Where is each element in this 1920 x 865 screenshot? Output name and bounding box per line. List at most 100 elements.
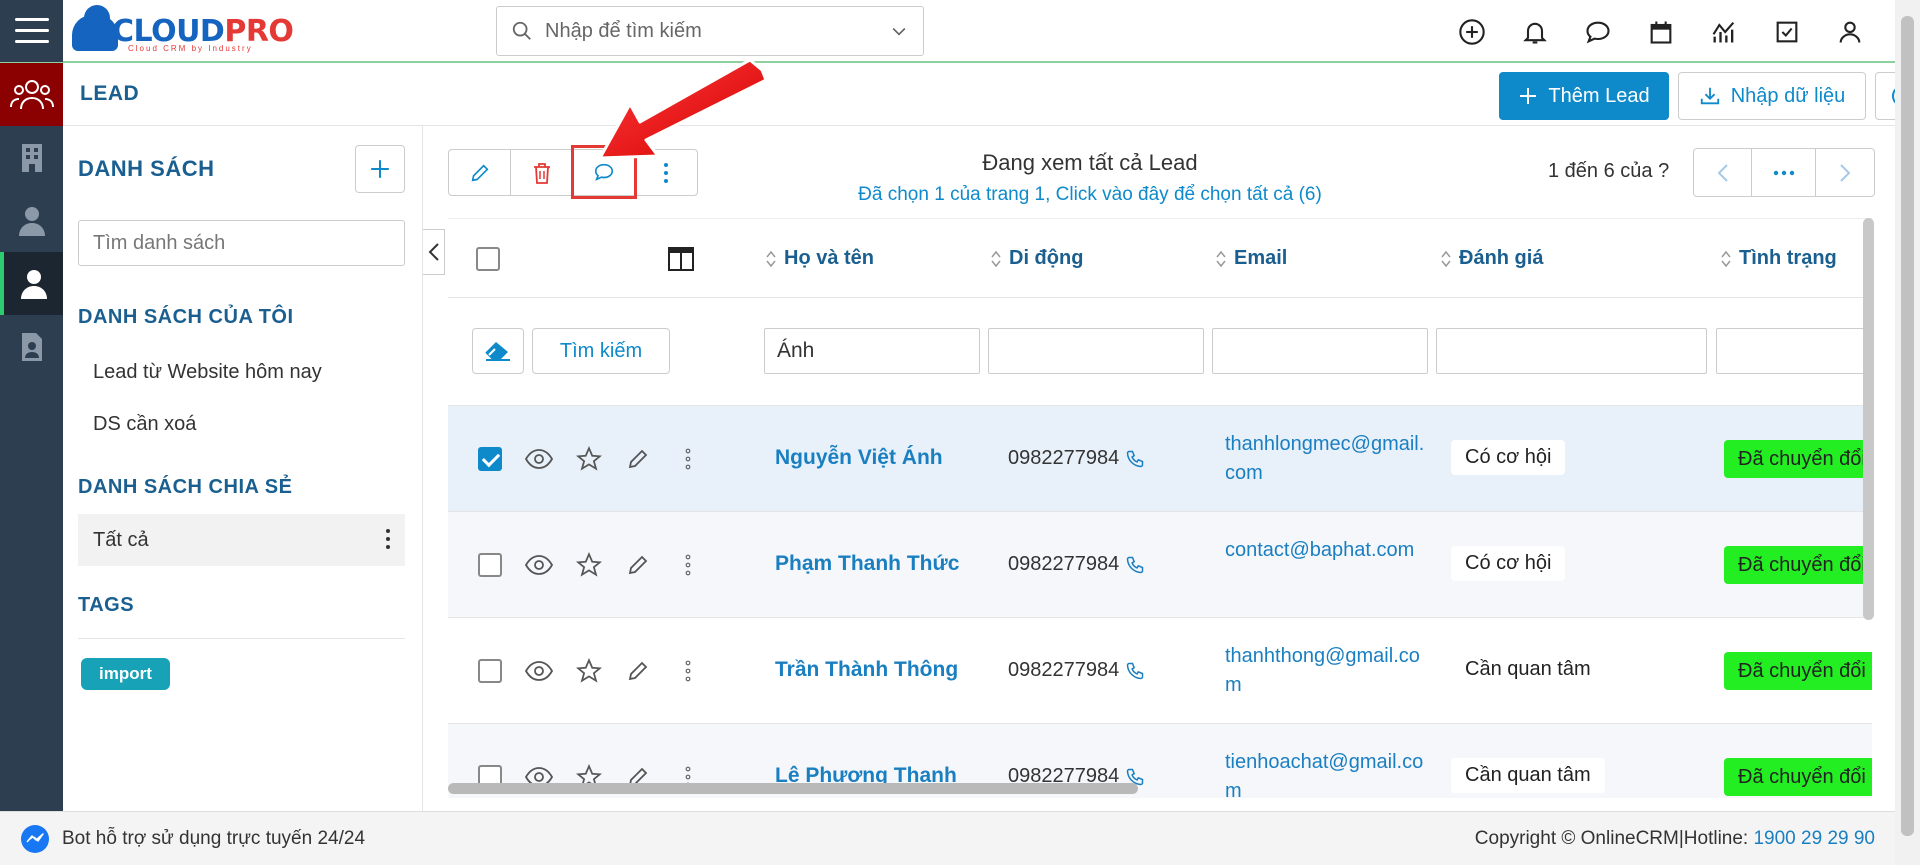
filter-row: Tìm kiếm Ánh [448, 298, 1872, 406]
row-checkbox[interactable] [478, 447, 502, 471]
chat-icon[interactable] [1583, 17, 1613, 47]
eye-icon[interactable] [524, 444, 554, 474]
next-page-button[interactable] [1816, 149, 1874, 196]
more-vertical-icon[interactable] [673, 656, 703, 686]
lead-name-link[interactable]: Trần Thành Thông [775, 658, 958, 682]
lead-email-link[interactable]: contact@baphat.com [1225, 536, 1425, 565]
sort-icon [1216, 250, 1226, 267]
column-header-rating[interactable]: Đánh giá [1441, 247, 1543, 270]
filter-name-input[interactable]: Ánh [764, 328, 980, 374]
lead-email-link[interactable]: tienhoachat@gmail.com [1225, 748, 1425, 798]
eye-icon[interactable] [524, 550, 554, 580]
viewing-module: Lead [1148, 150, 1198, 175]
module-header: LEAD Thêm Lead Nhập dữ liệu [63, 63, 1920, 126]
bell-icon[interactable] [1520, 17, 1550, 47]
hotline-link[interactable]: 1900 29 29 90 [1753, 828, 1875, 849]
global-search-input[interactable]: Nhập để tìm kiếm [496, 6, 924, 56]
more-vertical-icon[interactable] [673, 444, 703, 474]
filter-search-button[interactable]: Tìm kiếm [532, 328, 670, 374]
column-layout-icon[interactable] [668, 247, 694, 271]
clear-filter-button[interactable] [472, 328, 524, 374]
collapse-sidebar-button[interactable] [423, 229, 445, 275]
phone-icon[interactable] [1125, 661, 1145, 681]
table-row[interactable]: Trần Thành Thông 0982277984 thanhthong@g… [448, 618, 1872, 724]
lead-table: Họ và tên Di động Email Đánh giá Tình tr… [448, 218, 1872, 798]
table-header: Họ và tên Di động Email Đánh giá Tình tr… [448, 218, 1872, 298]
rail-lead-icon[interactable] [0, 252, 63, 315]
plus-icon [1520, 88, 1537, 104]
page-jump-button[interactable] [1752, 149, 1816, 196]
add-lead-button[interactable]: Thêm Lead [1499, 72, 1669, 120]
select-all-checkbox[interactable] [476, 247, 500, 271]
chart-icon[interactable] [1709, 17, 1739, 47]
more-vertical-icon[interactable] [673, 550, 703, 580]
sidebar-item-to-delete[interactable]: DS cần xoá [78, 398, 405, 450]
lead-rating: Cần quan tâm [1451, 758, 1605, 793]
viewing-label: Đang xem tất cả Lead [680, 150, 1500, 176]
filter-mobile-input[interactable] [988, 328, 1204, 374]
tag-import[interactable]: import [81, 658, 170, 690]
user-profile-icon[interactable] [1835, 17, 1865, 47]
calendar-icon[interactable] [1646, 17, 1676, 47]
row-checkbox[interactable] [478, 659, 502, 683]
column-header-mobile[interactable]: Di động [991, 247, 1083, 270]
prev-page-button[interactable] [1694, 149, 1752, 196]
list-search-placeholder: Tìm danh sách [93, 231, 226, 254]
task-checkbox-icon[interactable] [1772, 17, 1802, 47]
filter-status-input[interactable] [1716, 328, 1872, 374]
table-row[interactable]: Nguyễn Việt Ánh 0982277984 thanhlongmec@… [448, 406, 1872, 512]
filter-email-input[interactable] [1212, 328, 1428, 374]
column-header-email[interactable]: Email [1216, 247, 1287, 270]
sidebar-item-website-leads-today[interactable]: Lead từ Website hôm nay [78, 346, 405, 398]
rail-document-icon[interactable] [0, 315, 63, 378]
star-icon[interactable] [574, 656, 604, 686]
row-checkbox[interactable] [478, 553, 502, 577]
select-all-link[interactable]: Đã chọn 1 của trang 1, Click vào đây để … [680, 184, 1500, 206]
menu-icon[interactable] [0, 0, 63, 62]
delete-button[interactable] [511, 150, 573, 195]
sidebar-item-all[interactable]: Tất cả [78, 514, 405, 566]
filter-rating-input[interactable] [1436, 328, 1707, 374]
column-header-status[interactable]: Tình trạng [1721, 247, 1837, 270]
add-list-button[interactable] [355, 145, 405, 193]
chevron-down-icon[interactable] [889, 21, 909, 41]
more-vertical-icon[interactable] [385, 528, 391, 550]
phone-icon[interactable] [1125, 555, 1145, 575]
column-header-name[interactable]: Họ và tên [766, 247, 874, 270]
page-scrollbar-thumb[interactable] [1901, 16, 1914, 836]
pencil-icon[interactable] [623, 444, 653, 474]
phone-icon[interactable] [1125, 449, 1145, 469]
edit-button[interactable] [449, 150, 511, 195]
list-search-input[interactable]: Tìm danh sách [78, 220, 405, 266]
eraser-icon [485, 342, 510, 361]
lead-rating: Có cơ hội [1451, 440, 1566, 475]
chevron-left-icon [1717, 163, 1728, 182]
rail-contact-icon[interactable] [0, 189, 63, 252]
pencil-icon[interactable] [623, 550, 653, 580]
lead-email-link[interactable]: thanhthong@gmail.com [1225, 642, 1425, 700]
lead-name-link[interactable]: Phạm Thanh Thức [775, 552, 959, 576]
page-scrollbar[interactable] [1895, 0, 1920, 865]
lead-name-link[interactable]: Nguyễn Việt Ánh [775, 446, 943, 470]
phone-number: 0982277984 [1008, 659, 1120, 681]
rail-users-group-icon[interactable] [0, 63, 63, 126]
logo[interactable]: CLOUDPRO Cloud CRM by Industry [72, 5, 294, 56]
pager-info: 1 đến 6 của ? [1548, 160, 1669, 183]
table-row[interactable]: Phạm Thanh Thức 0982277984 contact@bapha… [448, 512, 1872, 618]
star-icon[interactable] [574, 444, 604, 474]
pencil-icon[interactable] [623, 656, 653, 686]
star-icon[interactable] [574, 550, 604, 580]
pager-total[interactable]: ? [1658, 160, 1669, 182]
lead-email-link[interactable]: thanhlongmec@gmail.com [1225, 430, 1425, 488]
pager [1693, 148, 1875, 197]
chevron-left-icon [428, 243, 439, 261]
copyright-text: Copyright © OnlineCRM|Hotline: [1474, 828, 1754, 849]
rail-building-icon[interactable] [0, 126, 63, 189]
import-data-button[interactable]: Nhập dữ liệu [1678, 72, 1866, 120]
table-horizontal-scrollbar[interactable] [448, 783, 1138, 794]
add-circle-icon[interactable] [1457, 17, 1487, 47]
support-bot-link[interactable]: Bot hỗ trợ sử dụng trực tuyến 24/24 [20, 824, 365, 854]
eye-icon[interactable] [524, 656, 554, 686]
phone-number: 0982277984 [1008, 553, 1120, 575]
table-vertical-scrollbar[interactable] [1863, 218, 1874, 620]
